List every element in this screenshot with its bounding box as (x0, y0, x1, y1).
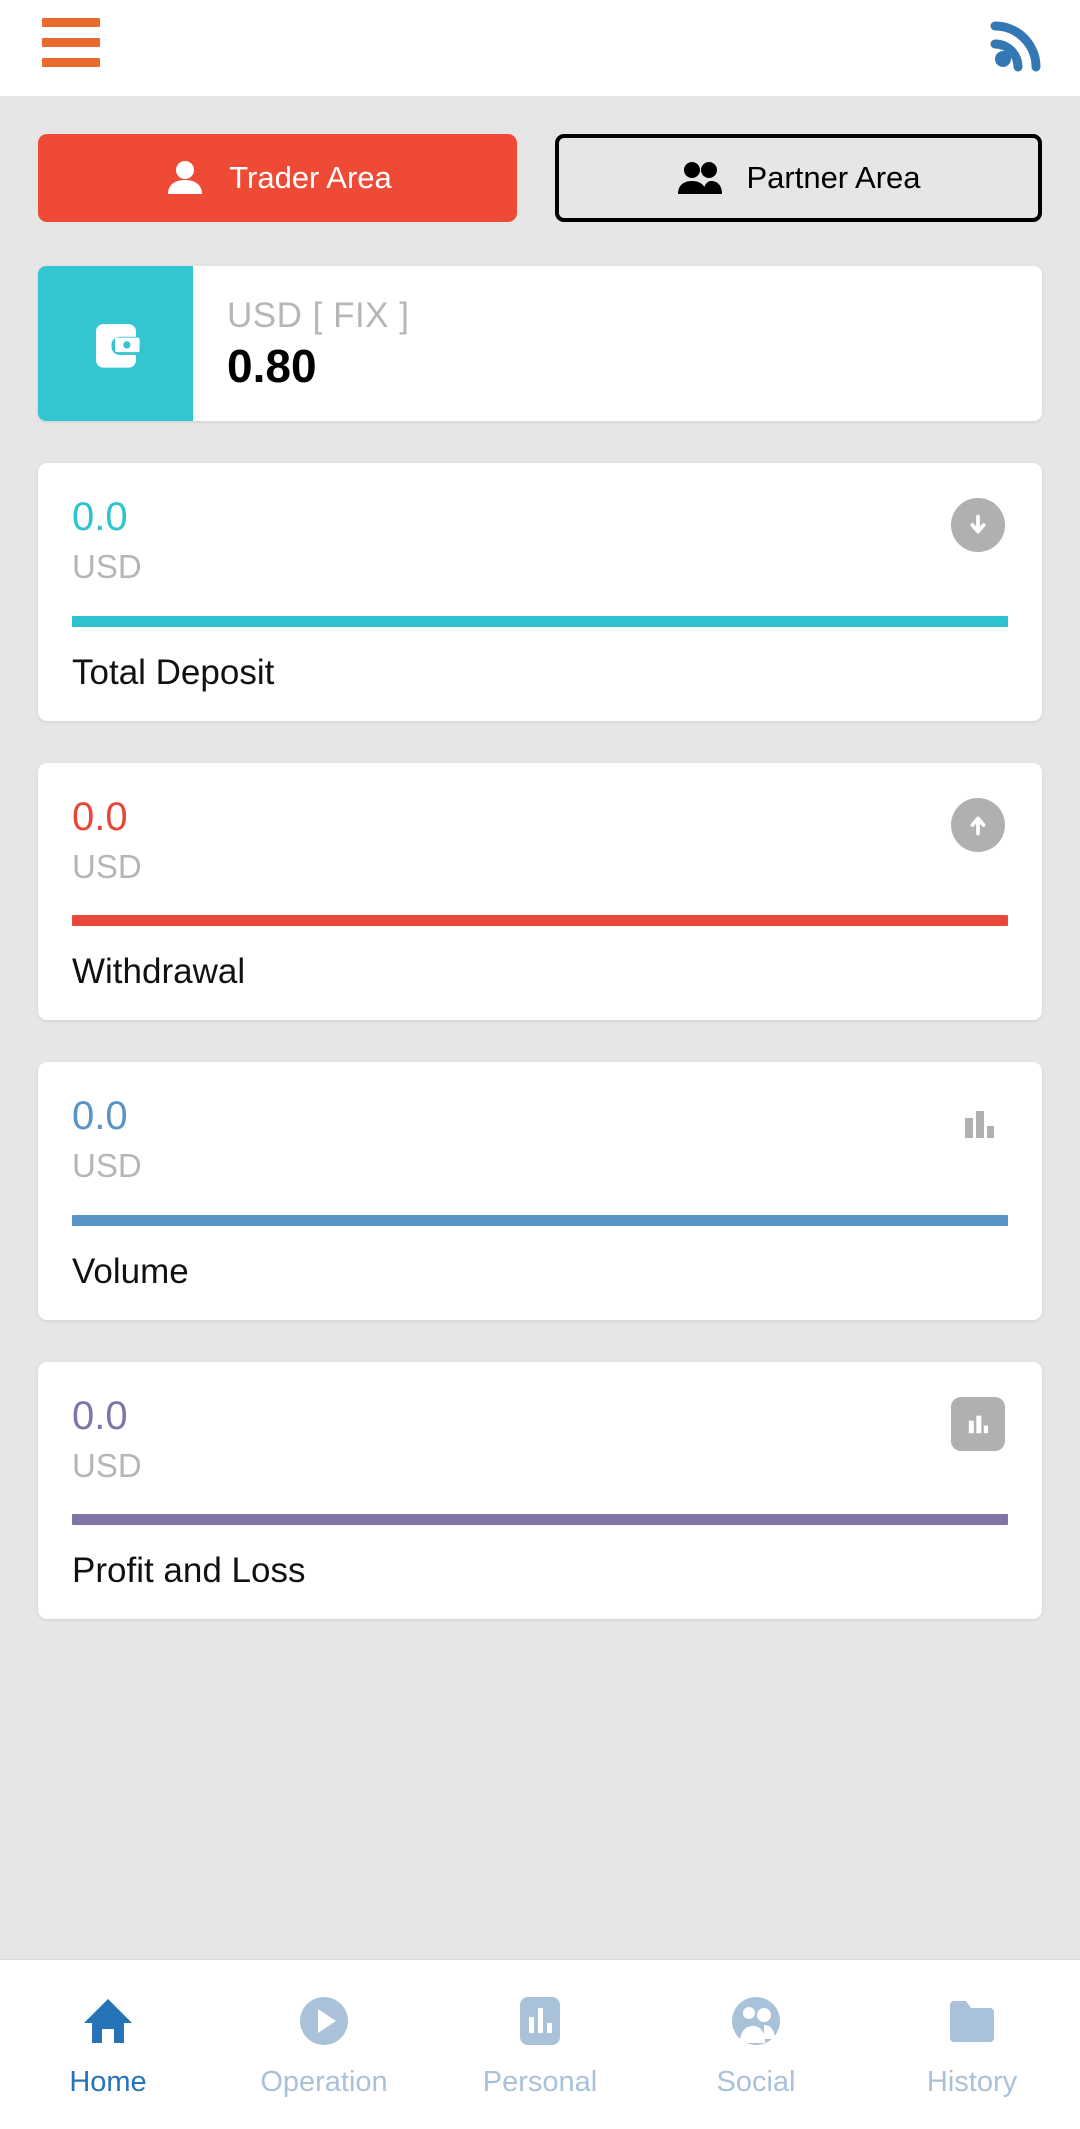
main-content: Trader Area Partner Area USD [FIX] 0.8… (0, 96, 1080, 1959)
icon-square (951, 1396, 1005, 1451)
metric-bar (72, 1514, 1008, 1526)
hamburger-menu-icon[interactable] (42, 10, 100, 67)
wallet-icon (38, 266, 193, 421)
partner-area-button[interactable]: Partner Area (555, 134, 1042, 222)
metric-card-total-deposit[interactable]: 0.0 USD Total Deposit (38, 463, 1042, 721)
bottom-navigation: Home Operation Personal Social History (0, 1959, 1080, 2129)
metric-currency: USD (72, 1147, 142, 1185)
balance-text: USD [ FIX ] 0.80 (193, 266, 1042, 421)
metric-label: Profit and Loss (72, 1551, 306, 1591)
nav-label: Social (716, 2066, 796, 2098)
metric-value: 0.0 (72, 495, 128, 539)
area-toggle: Trader Area Partner Area (38, 96, 1042, 222)
metric-bar (72, 1214, 1008, 1226)
nav-item-personal[interactable]: Personal (432, 1990, 648, 2099)
nav-label: Operation (260, 2066, 388, 2098)
social-group-icon (728, 1990, 784, 2052)
nav-label: Home (69, 2066, 147, 2098)
metric-currency: USD (72, 1446, 142, 1484)
partner-area-label: Partner Area (746, 160, 921, 195)
nav-item-history[interactable]: History (864, 1990, 1080, 2099)
home-icon (80, 1990, 136, 2052)
metric-value: 0.0 (72, 1094, 128, 1139)
metric-card-withdrawal[interactable]: 0.0 USD Withdrawal (38, 762, 1042, 1021)
people-icon (676, 156, 724, 200)
hamburger-bar (42, 58, 100, 67)
metric-label: Total Deposit (72, 652, 275, 692)
play-circle-icon (296, 1990, 352, 2052)
metric-card-volume[interactable]: 0.0 USD Volume (38, 1062, 1042, 1320)
icon-circle (951, 797, 1005, 852)
rss-signal-icon[interactable] (990, 16, 1046, 72)
hamburger-bar (42, 38, 100, 47)
chart-square-icon (512, 1990, 568, 2052)
trader-area-button[interactable]: Trader Area (38, 134, 517, 222)
metric-card-profit-and-loss[interactable]: 0.0 USD Profit and Loss (38, 1361, 1042, 1620)
nav-label: Personal (482, 2066, 598, 2098)
balance-card[interactable]: USD [ FIX ] 0.80 (38, 266, 1042, 421)
bar-chart-square-icon (950, 1396, 1006, 1452)
arrow-up-circle-icon (950, 797, 1006, 853)
nav-label: History (926, 2066, 1018, 2098)
app-screen: Trader Area Partner Area USD [FIX] 0.8… (0, 0, 1080, 2129)
balance-currency: USD [ FIX ] (227, 296, 410, 336)
metric-label: Withdrawal (72, 952, 246, 992)
trader-area-label: Trader Area (229, 160, 392, 195)
metric-currency: USD (72, 548, 142, 585)
metric-bar (72, 615, 1008, 627)
metric-label: Volume (72, 1251, 189, 1291)
metric-value: 0.0 (72, 1393, 128, 1438)
nav-item-home[interactable]: Home (0, 1990, 216, 2099)
top-bar (0, 0, 1080, 96)
metric-value: 0.0 (72, 794, 128, 839)
nav-item-social[interactable]: Social (648, 1990, 864, 2099)
bar-chart-icon (950, 1096, 1006, 1152)
nav-item-operation[interactable]: Operation (216, 1990, 432, 2099)
metric-bar (72, 915, 1008, 927)
person-icon (163, 156, 207, 200)
balance-value: 0.80 (227, 339, 317, 392)
metric-currency: USD (72, 847, 142, 885)
icon-circle (951, 498, 1005, 552)
folder-icon (944, 1990, 1000, 2052)
arrow-down-circle-icon (950, 497, 1006, 553)
hamburger-bar (42, 18, 100, 27)
